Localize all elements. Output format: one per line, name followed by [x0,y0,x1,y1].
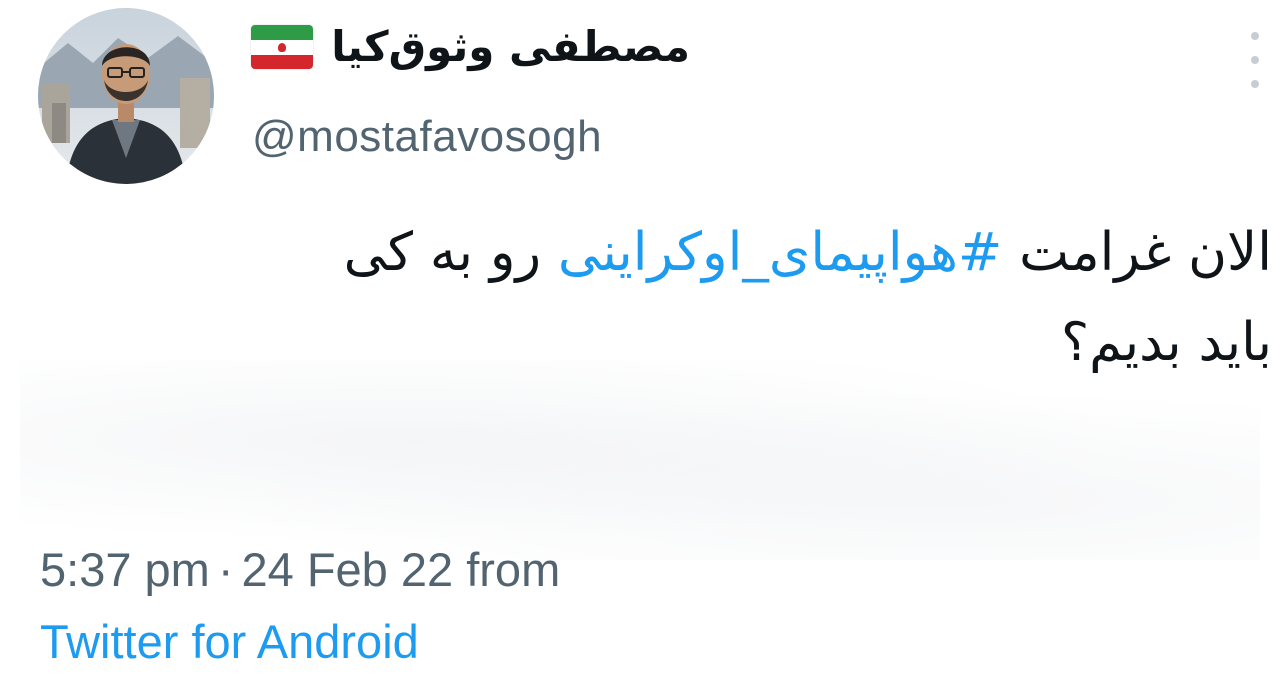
meta-separator: · [217,543,234,596]
tweet-text-after: رو به کی [343,222,558,283]
tweet-date: 24 Feb 22 [241,543,454,596]
scan-background [20,360,1260,560]
tweet-card: مصطفی وثوق‌کیا @mostafavosogh الان غرامت… [0,0,1280,698]
profile-photo-icon [38,8,214,184]
hashtag-link[interactable]: #هواپیمای_اوکراینی [558,222,1002,283]
author-display-name[interactable]: مصطفی وثوق‌کیا [331,22,690,72]
iran-flag-icon [251,25,314,70]
author-name-row[interactable]: مصطفی وثوق‌کیا [251,22,690,72]
tweet-timestamp[interactable]: 5:37 pm · 24 Feb 22 from [40,540,560,600]
tweet-text-line-2: باید بدیم؟ [1060,312,1272,373]
tweet-source-link[interactable]: Twitter for Android [40,612,419,672]
from-label: from [466,543,561,596]
author-handle[interactable]: @mostafavosogh [252,112,602,162]
more-vertical-icon[interactable] [1242,32,1268,88]
tweet-text-before: الان غرامت [1002,222,1272,283]
tweet-text: الان غرامت #هواپیمای_اوکراینی رو به کی ب… [32,208,1272,388]
tweet-text-line-1: الان غرامت #هواپیمای_اوکراینی رو به کی [32,208,1272,298]
avatar[interactable] [38,8,214,184]
tweet-time: 5:37 pm [40,543,210,596]
